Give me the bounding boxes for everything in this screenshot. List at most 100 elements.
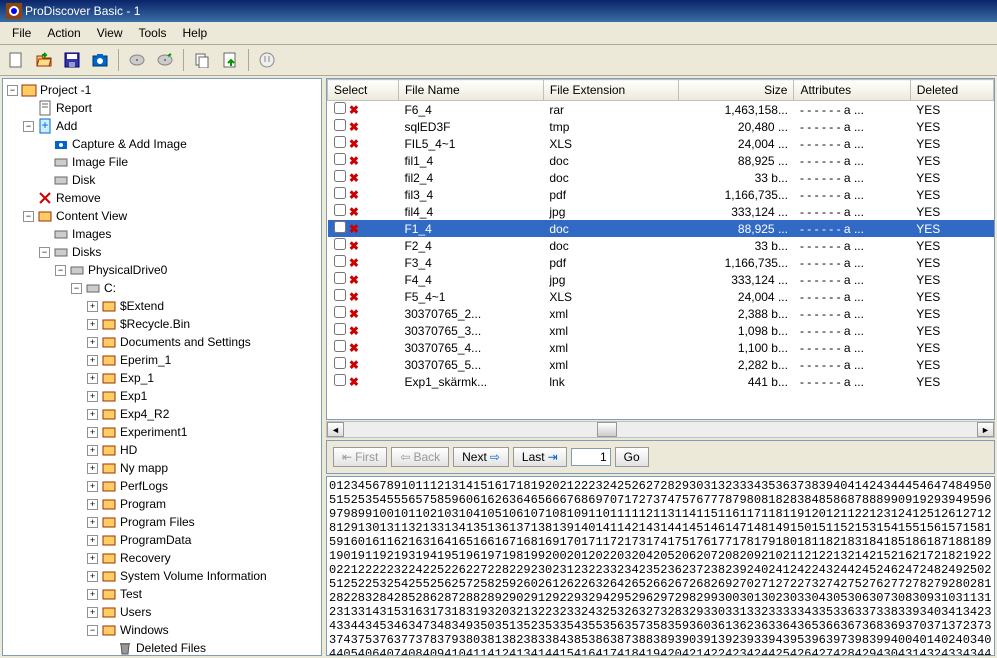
first-button[interactable]: ⇤First — [333, 447, 387, 467]
next-button[interactable]: Next⇨ — [453, 447, 509, 467]
tree-folder[interactable]: +Exp4_R2 — [87, 405, 319, 423]
expand-icon[interactable]: + — [87, 517, 98, 528]
expand-icon[interactable]: + — [87, 391, 98, 402]
tree-folder[interactable]: +Users — [87, 603, 319, 621]
expand-icon[interactable]: + — [87, 481, 98, 492]
open-button[interactable] — [32, 48, 56, 72]
table-row[interactable]: ✖F2_4doc33 b...- - - - - - a ...YES — [328, 237, 994, 254]
menu-view[interactable]: View — [89, 24, 131, 42]
table-row[interactable]: ✖fil2_4doc33 b...- - - - - - a ...YES — [328, 169, 994, 186]
row-checkbox[interactable] — [334, 289, 346, 301]
tree-folder[interactable]: +Ny mapp — [87, 459, 319, 477]
collapse-icon[interactable]: − — [7, 85, 18, 96]
scroll-thumb[interactable] — [597, 422, 617, 437]
tree-folder[interactable]: +PerfLogs — [87, 477, 319, 495]
column-header[interactable]: Attributes — [794, 80, 910, 101]
tree-disk[interactable]: Disk — [39, 171, 319, 189]
go-button[interactable]: Go — [615, 447, 649, 467]
tree-physicaldrive[interactable]: −PhysicalDrive0 −C: +$Extend+$Recycle.Bi… — [55, 261, 319, 656]
scroll-right-icon[interactable]: ► — [977, 422, 994, 437]
tree-remove[interactable]: Remove — [23, 189, 319, 207]
tree-folder[interactable]: +$Recycle.Bin — [87, 315, 319, 333]
collapse-icon[interactable]: − — [39, 247, 50, 258]
row-checkbox[interactable] — [334, 170, 346, 182]
scroll-left-icon[interactable]: ◄ — [327, 422, 344, 437]
table-row[interactable]: ✖fil3_4pdf1,166,735...- - - - - - a ...Y… — [328, 186, 994, 203]
tree-c-drive[interactable]: −C: +$Extend+$Recycle.Bin+Documents and … — [71, 279, 319, 656]
tree-folder[interactable]: +Program Files — [87, 513, 319, 531]
tree-folder[interactable]: +Exp_1 — [87, 369, 319, 387]
tree-folder[interactable]: +Test — [87, 585, 319, 603]
tree-imagefile[interactable]: Image File — [39, 153, 319, 171]
column-header[interactable]: Select — [328, 80, 399, 101]
new-button[interactable] — [4, 48, 28, 72]
expand-icon[interactable]: + — [87, 427, 98, 438]
tree-folder[interactable]: +Eperim_1 — [87, 351, 319, 369]
tree-folder[interactable]: +$Extend — [87, 297, 319, 315]
expand-icon[interactable]: + — [87, 535, 98, 546]
expand-icon[interactable]: + — [87, 553, 98, 564]
tree-disks[interactable]: −Disks −PhysicalDrive0 −C: +$Extend+$Rec… — [39, 243, 319, 656]
copy-button[interactable] — [190, 48, 214, 72]
expand-icon[interactable]: + — [87, 445, 98, 456]
expand-icon[interactable]: + — [87, 607, 98, 618]
tree-folder[interactable]: +Exp1 — [87, 387, 319, 405]
row-checkbox[interactable] — [334, 357, 346, 369]
table-row[interactable]: ✖30370765_3...xml1,098 b...- - - - - - a… — [328, 322, 994, 339]
table-row[interactable]: ✖Exp1_skärmk...lnk441 b...- - - - - - a … — [328, 373, 994, 390]
row-checkbox[interactable] — [334, 323, 346, 335]
tree-add[interactable]: −+Add Capture & Add Image Image File Dis… — [23, 117, 319, 189]
expand-icon[interactable]: − — [87, 625, 98, 636]
row-checkbox[interactable] — [334, 102, 346, 114]
back-button[interactable]: ⇦Back — [391, 447, 449, 467]
menu-help[interactable]: Help — [175, 24, 216, 42]
expand-icon[interactable]: + — [87, 409, 98, 420]
table-row[interactable]: ✖F4_4jpg333,124 ...- - - - - - a ...YES — [328, 271, 994, 288]
disk1-button[interactable] — [125, 48, 149, 72]
menu-action[interactable]: Action — [39, 24, 88, 42]
expand-icon[interactable]: + — [87, 589, 98, 600]
table-row[interactable]: ✖fil4_4jpg333,124 ...- - - - - - a ...YE… — [328, 203, 994, 220]
export-button[interactable] — [218, 48, 242, 72]
save-button[interactable] — [60, 48, 84, 72]
expand-icon[interactable]: + — [87, 571, 98, 582]
expand-icon[interactable]: + — [87, 337, 98, 348]
expand-icon[interactable]: + — [87, 355, 98, 366]
horizontal-scrollbar[interactable]: ◄ ► — [326, 421, 995, 438]
menu-file[interactable]: File — [4, 24, 39, 42]
tree-folder[interactable]: +Documents and Settings — [87, 333, 319, 351]
disk2-button[interactable] — [153, 48, 177, 72]
tree-folder[interactable]: +ProgramData — [87, 531, 319, 549]
tree-folder[interactable]: +Experiment1 — [87, 423, 319, 441]
row-checkbox[interactable] — [334, 255, 346, 267]
tree-report[interactable]: Report — [23, 99, 319, 117]
table-row[interactable]: ✖30370765_2...xml2,388 b...- - - - - - a… — [328, 305, 994, 322]
tree-folder[interactable]: +Program — [87, 495, 319, 513]
tree-contentview[interactable]: −Content View Images −Disks −PhysicalDri… — [23, 207, 319, 656]
column-header[interactable]: File Extension — [543, 80, 678, 101]
table-row[interactable]: ✖F5_4~1XLS24,004 ...- - - - - - a ...YES — [328, 288, 994, 305]
row-checkbox[interactable] — [334, 374, 346, 386]
expand-icon[interactable]: + — [87, 499, 98, 510]
row-checkbox[interactable] — [334, 221, 346, 233]
expand-icon[interactable]: + — [87, 319, 98, 330]
page-input[interactable] — [571, 448, 611, 466]
row-checkbox[interactable] — [334, 238, 346, 250]
table-row[interactable]: ✖fil1_4doc88,925 ...- - - - - - a ...YES — [328, 152, 994, 169]
row-checkbox[interactable] — [334, 340, 346, 352]
row-checkbox[interactable] — [334, 153, 346, 165]
tree-deleted-files[interactable]: Deleted Files — [87, 639, 319, 656]
column-header[interactable]: File Name — [398, 80, 543, 101]
stop-button[interactable] — [255, 48, 279, 72]
table-row[interactable]: ✖FIL5_4~1XLS24,004 ...- - - - - - a ...Y… — [328, 135, 994, 152]
row-checkbox[interactable] — [334, 204, 346, 216]
collapse-icon[interactable]: − — [71, 283, 82, 294]
expand-icon[interactable]: + — [87, 301, 98, 312]
row-checkbox[interactable] — [334, 187, 346, 199]
tree-folder[interactable]: −Windows — [87, 621, 319, 639]
row-checkbox[interactable] — [334, 306, 346, 318]
row-checkbox[interactable] — [334, 136, 346, 148]
table-row[interactable]: ✖sqlED3Ftmp20,480 ...- - - - - - a ...YE… — [328, 118, 994, 135]
menu-tools[interactable]: Tools — [131, 24, 175, 42]
tree-folder[interactable]: +System Volume Information — [87, 567, 319, 585]
